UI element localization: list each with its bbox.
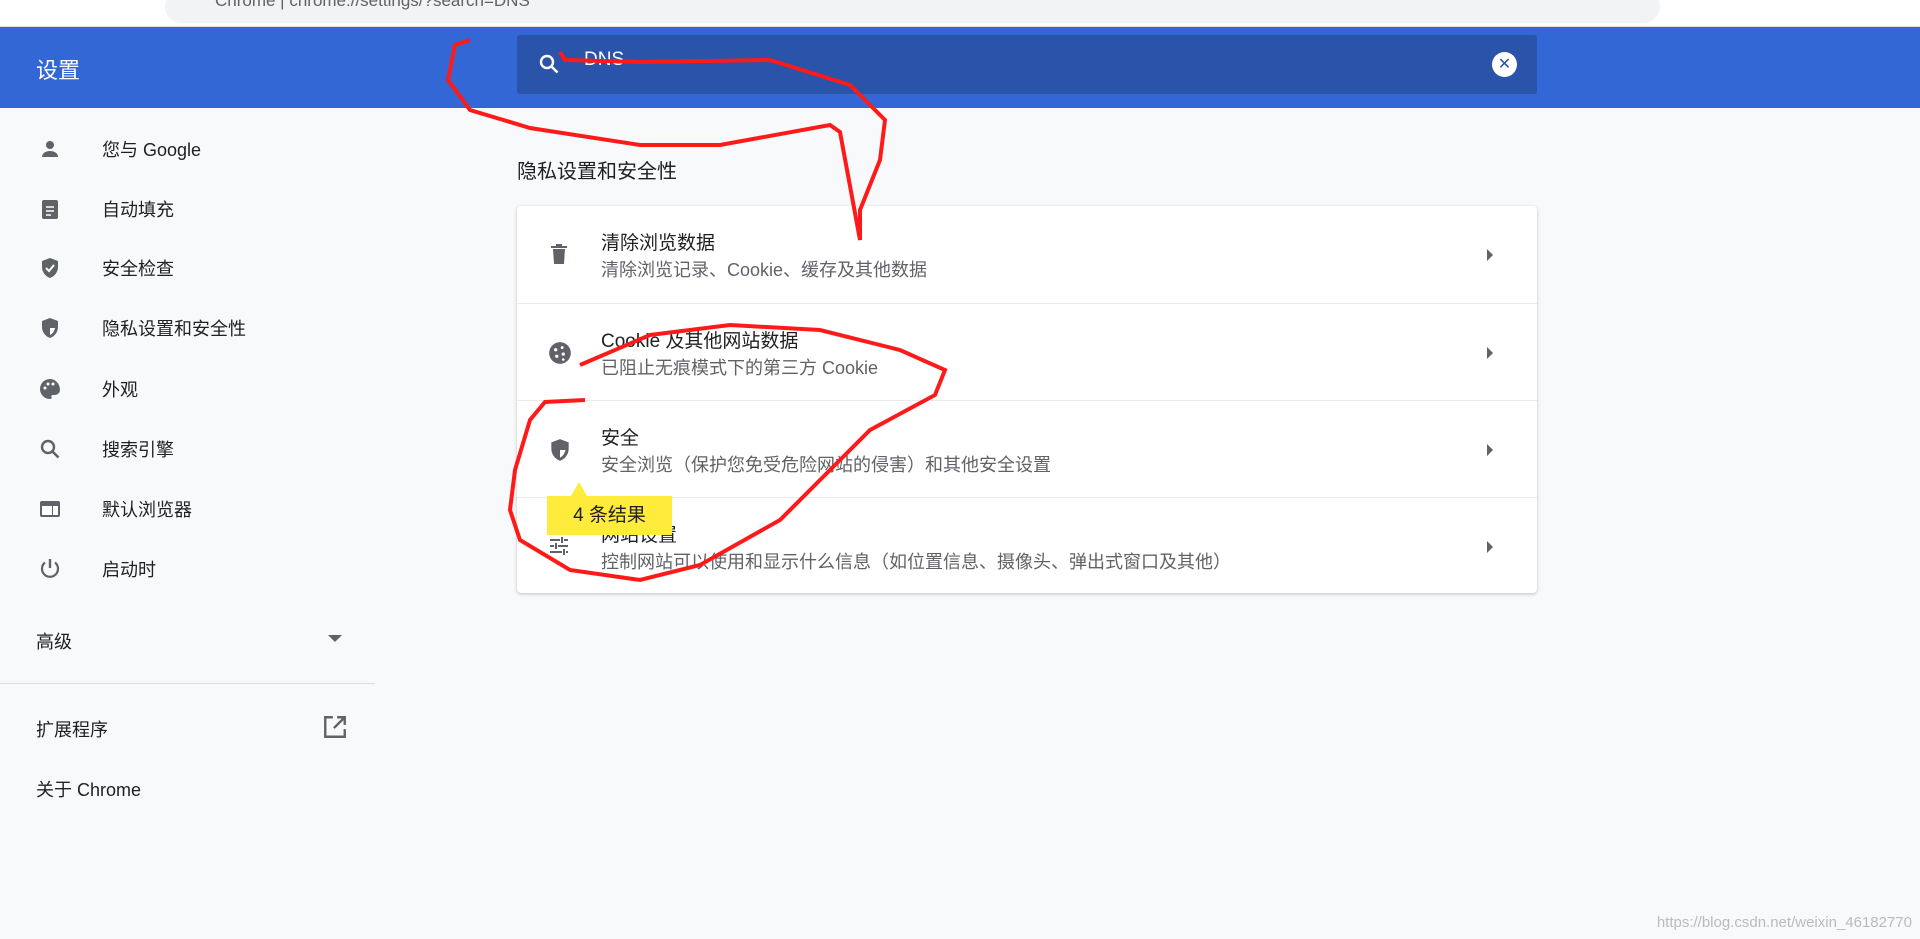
arrow-right-icon <box>1487 541 1493 553</box>
search-icon <box>40 439 60 459</box>
row-cookies[interactable]: Cookie 及其他网站数据 已阻止无痕模式下的第三方 Cookie <box>517 303 1537 400</box>
sidebar-extensions[interactable]: 扩展程序 <box>36 716 108 742</box>
open-in-new-icon[interactable] <box>322 714 348 740</box>
search-icon <box>539 54 559 74</box>
watermark: https://blog.csdn.net/weixin_46182770 <box>1656 914 1912 931</box>
sidebar-item-autofill[interactable]: 自动填充 <box>0 184 375 234</box>
browser-toolbar: Chrome | chrome://settings/?search=DNS <box>0 0 1920 27</box>
power-icon <box>40 559 60 578</box>
sidebar-item-privacy[interactable]: 隐私设置和安全性 <box>0 303 375 353</box>
palette-icon <box>40 379 60 399</box>
sidebar-item-you-and-google[interactable]: 您与 Google <box>0 124 375 174</box>
browser-icon <box>40 501 60 517</box>
settings-header: 设置 ✕ <box>0 27 1920 108</box>
address-bar[interactable]: Chrome | chrome://settings/?search=DNS <box>165 0 1660 23</box>
sidebar-item-safety-check[interactable]: 安全检查 <box>0 243 375 293</box>
trash-icon <box>551 244 567 264</box>
shield-half-icon <box>551 439 569 461</box>
search-input[interactable] <box>584 49 1384 71</box>
clipboard-icon <box>42 200 58 219</box>
cookie-icon <box>549 342 571 364</box>
arrow-right-icon <box>1487 444 1493 456</box>
sidebar-item-appearance[interactable]: 外观 <box>0 364 375 414</box>
sidebar-item-search-engine[interactable]: 搜索引擎 <box>0 424 375 474</box>
sidebar-about-chrome[interactable]: 关于 Chrome <box>36 776 141 802</box>
section-title: 隐私设置和安全性 <box>517 161 677 183</box>
shield-check-icon <box>42 258 58 278</box>
row-clear-browsing-data[interactable]: 清除浏览数据 清除浏览记录、Cookie、缓存及其他数据 <box>517 206 1537 303</box>
results-count-tooltip: 4 条结果 <box>547 482 672 535</box>
sidebar-advanced[interactable]: 高级 <box>36 628 72 654</box>
chevron-down-icon[interactable] <box>328 635 342 642</box>
arrow-right-icon <box>1487 249 1493 261</box>
divider <box>0 683 375 684</box>
person-icon <box>42 141 58 157</box>
page-title: 设置 <box>36 58 81 83</box>
sidebar-item-default-browser[interactable]: 默认浏览器 <box>0 484 375 534</box>
sidebar-item-on-startup[interactable]: 启动时 <box>0 544 375 594</box>
arrow-right-icon <box>1487 347 1493 359</box>
tune-icon <box>550 537 568 555</box>
search-box[interactable]: ✕ <box>517 35 1537 94</box>
shield-half-icon <box>42 318 58 338</box>
row-security[interactable]: 安全 安全浏览（保护您免受危险网站的侵害）和其他安全设置 <box>517 400 1537 497</box>
clear-icon[interactable]: ✕ <box>1492 52 1517 77</box>
